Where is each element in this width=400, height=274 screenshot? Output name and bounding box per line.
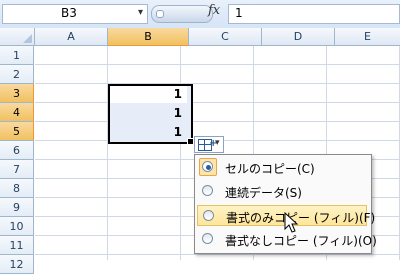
radio-dot-icon <box>206 165 211 170</box>
select-all-button[interactable] <box>0 28 35 46</box>
menu-item-label: セルのコピー(C) <box>225 162 315 176</box>
formula-value: 1 <box>235 6 243 20</box>
row-header-8[interactable]: 8 <box>0 179 34 198</box>
radio-button-icon[interactable] <box>202 233 213 244</box>
row-header-4[interactable]: 4 <box>0 103 34 122</box>
radio-button-icon[interactable] <box>202 185 213 196</box>
column-header-c[interactable]: C <box>189 28 262 46</box>
resize-knob-icon <box>156 10 164 18</box>
row-header-1[interactable]: 1 <box>0 46 34 65</box>
row-header-9[interactable]: 9 <box>0 198 34 217</box>
mouse-pointer-icon <box>284 212 299 233</box>
chevron-down-icon[interactable]: ▾ <box>138 7 143 18</box>
column-header-d[interactable]: D <box>262 28 335 46</box>
menu-item-label: 書式なしコピー (フィル)(O) <box>225 234 377 248</box>
column-header-e[interactable]: E <box>335 28 400 46</box>
row-header-7[interactable]: 7 <box>0 160 34 179</box>
row-header-10[interactable]: 10 <box>0 217 34 236</box>
cell-b5[interactable]: 1 <box>112 125 182 139</box>
name-box-value: B3 <box>61 6 77 20</box>
row-header-11[interactable]: 11 <box>0 236 34 255</box>
row-header-6[interactable]: 6 <box>0 141 34 160</box>
auto-fill-options-button[interactable]: + ▾ <box>194 136 224 153</box>
row-header-3[interactable]: 3 <box>0 84 34 103</box>
formula-bar: B3 ▾ fx 1 <box>0 0 400 29</box>
formula-bar-resize-handle[interactable] <box>151 5 213 23</box>
row-header-5[interactable]: 5 <box>0 122 34 141</box>
name-box[interactable]: B3 ▾ <box>2 4 148 24</box>
menu-item-fill-formatting-only[interactable]: 書式のみコピー (フィル)(F) <box>197 205 375 226</box>
radio-button-icon <box>202 161 213 172</box>
menu-item-fill-series[interactable]: 連続データ(S) <box>197 181 367 202</box>
column-header-a[interactable]: A <box>35 28 108 46</box>
row-header-12[interactable]: 12 <box>0 255 34 274</box>
insert-function-icon[interactable]: fx <box>208 3 220 18</box>
column-header-b[interactable]: B <box>108 28 189 46</box>
auto-fill-options-menu: セルのコピー(C) 連続データ(S) 書式のみコピー (フィル)(F) 書式なし… <box>194 154 377 254</box>
radio-button-icon[interactable] <box>203 210 214 221</box>
chevron-down-icon: ▾ <box>215 138 220 148</box>
menu-item-fill-without-formatting[interactable]: 書式なしコピー (フィル)(O) <box>197 229 377 250</box>
radio-selected-icon[interactable] <box>199 158 217 176</box>
menu-item-label: 書式のみコピー (フィル)(F) <box>226 211 376 225</box>
formula-input[interactable]: 1 <box>228 4 400 24</box>
menu-item-copy-cells[interactable]: セルのコピー(C) <box>197 157 367 178</box>
menu-item-label: 連続データ(S) <box>225 186 302 200</box>
cell-b3[interactable]: 1 <box>112 87 182 101</box>
fill-handle[interactable] <box>187 138 194 145</box>
cell-b4[interactable]: 1 <box>112 106 182 120</box>
row-header-2[interactable]: 2 <box>0 65 34 84</box>
